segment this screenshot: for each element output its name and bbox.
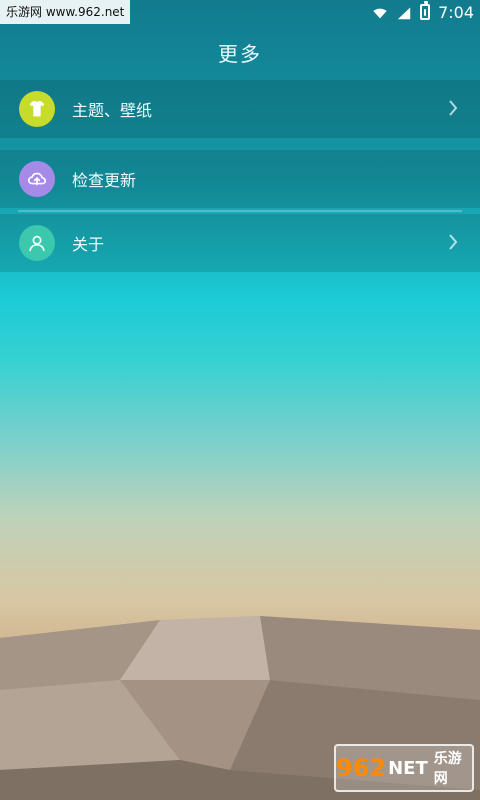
brand-watermark: 962 NET 乐游网 [334,744,474,792]
user-icon [19,225,55,261]
tshirt-icon [19,91,55,127]
menu-item-check-update[interactable]: 检查更新 [0,150,480,208]
status-bar: 乐游网 www.962.net 7:04 [0,0,480,24]
menu-item-label: 主题、壁纸 [72,101,153,120]
chevron-right-icon [448,98,458,118]
chevron-right-icon [448,232,458,252]
battery-icon [420,1,431,20]
status-icons: 7:04 [372,0,474,24]
brand-suffix: NET [388,757,428,779]
brand-number: 962 [336,754,387,782]
menu-separator [18,210,462,212]
menu-item-label: 检查更新 [72,171,137,190]
cloud-upload-icon [19,161,55,197]
top-watermark: 乐游网 www.962.net [0,0,131,24]
signal-icon [396,5,412,20]
menu-item-label: 关于 [72,235,105,254]
menu-item-themes-wallpapers[interactable]: 主题、壁纸 [0,80,480,138]
wifi-icon [372,5,388,19]
menu-item-about[interactable]: 关于 [0,214,480,272]
status-time: 7:04 [438,2,474,22]
brand-cn: 乐游网 [433,751,462,787]
page-title: 更多 [218,42,262,66]
